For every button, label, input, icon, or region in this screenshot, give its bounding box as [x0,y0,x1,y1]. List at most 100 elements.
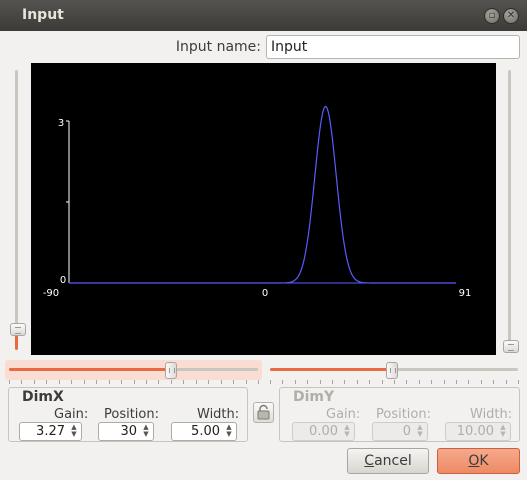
slider-tick [21,380,22,384]
x-tick-label-middle: 0 [262,288,268,299]
window-title: Input [22,7,64,23]
slider-tick [233,380,234,384]
gaussian-curve [69,105,456,284]
slider-tick [221,380,222,384]
slider-tick [419,380,420,384]
slider-tick [406,380,407,384]
slider-tick [71,380,72,384]
dimx-slider-handle[interactable] [164,362,177,379]
dimx-gain-label: Gain: [54,407,89,422]
dimy-group: DimY Gain: Position: Width: 0.00 ▲ ▼ 0 ▲ ▼… [279,387,520,442]
slider-tick [121,380,122,384]
spin-arrows-icon: ▲ ▼ [500,423,506,438]
input-name-label: Input name: [175,39,261,55]
slider-tick [96,380,97,384]
slider-tick [394,380,395,384]
dimx-group: DimX Gain: Position: Width: 3.27 ▲ ▼ 30 ▲… [8,387,248,442]
slider-tick [9,380,10,384]
dimx-width-value: 5.00 [191,424,220,439]
slider-tick [320,380,321,384]
dimy-width-value: 10.00 [456,424,494,439]
ok-accelerator: O [468,453,480,469]
right-vertical-slider[interactable] [503,68,519,354]
slider-tick [134,380,135,384]
x-tick-label-left: -90 [43,288,59,299]
cancel-button[interactable]: Cancel [347,448,429,474]
dimy-width-label: Width: [470,407,513,422]
input-name-field[interactable] [266,35,520,59]
title-bar: Input ▫ ✕ [0,0,527,31]
ok-label: K [479,453,489,469]
dimy-title: DimY [293,389,335,405]
slider-tick [208,380,209,384]
slider-tick [109,380,110,384]
x-tick-label-right: 91 [459,288,472,299]
dimy-gain-value: 0.00 [309,424,338,439]
spin-arrows-icon[interactable]: ▲ ▼ [140,424,152,439]
gaussian-plot: 3 0 -90 0 91 [31,63,496,355]
slider-tick [344,380,345,384]
dimy-width-spinbox: 10.00 ▲ ▼ [445,422,511,441]
dimx-position-label: Position: [104,407,159,422]
spin-arrows-icon[interactable]: ▲ ▼ [68,424,80,439]
slider-tick [158,380,159,384]
lock-dimensions-button[interactable] [253,402,274,423]
dimx-title: DimX [22,389,64,405]
spin-arrows-icon[interactable]: ▲ ▼ [223,424,235,439]
slider-tick [183,380,184,384]
slider-tick [171,380,172,384]
dimy-horizontal-slider[interactable] [266,360,522,380]
slider-tick [146,380,147,384]
slider-tick [246,380,247,384]
dimy-position-label: Position: [376,407,431,422]
dimy-slider-ticks [270,380,519,384]
dimx-horizontal-slider[interactable] [5,360,262,380]
slider-tick [332,380,333,384]
lock-icon [257,404,270,420]
slider-tick [46,380,47,384]
slider-tick [59,380,60,384]
dimx-slider-ticks [9,380,259,384]
slider-tick [369,380,370,384]
slider-tick [518,380,519,384]
slider-tick [444,380,445,384]
ok-button[interactable]: OK [437,448,520,474]
slider-tick [84,380,85,384]
dimy-gain-spinbox: 0.00 ▲ ▼ [292,422,355,441]
dimx-gain-spinbox[interactable]: 3.27 ▲ ▼ [19,422,82,441]
left-vertical-slider[interactable] [10,68,26,354]
spin-arrows-icon: ▲ ▼ [417,423,423,438]
left-vertical-slider-handle[interactable] [10,323,26,336]
dimx-position-spinbox[interactable]: 30 ▲ ▼ [98,422,154,441]
slider-tick [382,380,383,384]
restore-icon[interactable]: ▫ [484,8,500,24]
slider-tick [258,380,259,384]
y-tick-label-bottom: 0 [60,275,66,286]
dimy-gain-label: Gain: [326,407,361,422]
slider-tick [493,380,494,384]
dimy-position-value: 0 [402,424,411,439]
plot-svg: 3 0 -90 0 91 [43,105,472,299]
slider-tick [468,380,469,384]
cancel-accelerator: C [364,453,375,469]
slider-tick [282,380,283,384]
slider-tick [196,380,197,384]
slider-tick [506,380,507,384]
dimy-slider-handle[interactable] [385,362,398,379]
slider-tick [357,380,358,384]
y-tick-label-top: 3 [58,118,64,129]
slider-tick [295,380,296,384]
slider-tick [456,380,457,384]
close-icon[interactable]: ✕ [503,8,519,24]
dimx-position-value: 30 [120,424,137,439]
slider-tick [34,380,35,384]
slider-tick [307,380,308,384]
dimx-width-spinbox[interactable]: 5.00 ▲ ▼ [171,422,237,441]
right-vertical-slider-handle[interactable] [503,340,519,353]
slider-tick [270,380,271,384]
cancel-label: ancel [374,453,412,469]
dimx-gain-value: 3.27 [36,424,65,439]
dimy-position-spinbox: 0 ▲ ▼ [372,422,428,441]
slider-tick [431,380,432,384]
spin-arrows-icon: ▲ ▼ [344,423,350,438]
